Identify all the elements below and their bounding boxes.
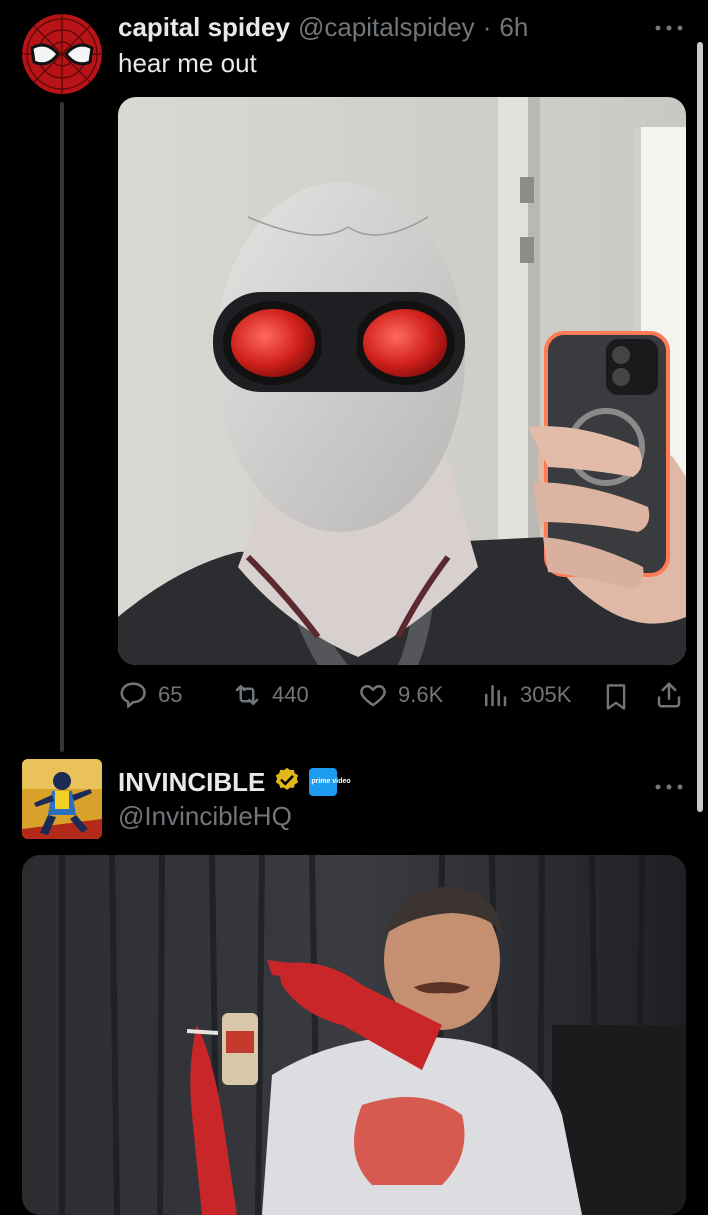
bookmark-icon[interactable] — [602, 682, 630, 717]
pointing-meme-illustration — [22, 855, 686, 1215]
display-name[interactable]: INVINCIBLE — [118, 767, 265, 798]
separator-dot: · — [482, 12, 492, 42]
reply-icon — [120, 682, 146, 709]
repost-count: 440 — [272, 682, 309, 707]
post-text: hear me out — [118, 48, 257, 78]
like-count: 9.6K — [398, 682, 444, 707]
repost-icon — [235, 685, 259, 705]
views-action[interactable]: 305K — [480, 680, 571, 710]
views-icon — [485, 685, 507, 707]
more-icon[interactable] — [654, 14, 684, 40]
affiliate-badge-label: prime video — [311, 778, 351, 785]
post-capital-spidey: capital spidey @capitalspidey · 6h hear … — [0, 0, 708, 745]
share-icon[interactable] — [654, 680, 684, 715]
display-name[interactable]: capital spidey — [118, 12, 290, 43]
avatar-invincible[interactable] — [22, 759, 102, 839]
reply-action[interactable]: 65 — [118, 680, 182, 710]
selfie-illustration — [118, 97, 686, 665]
handle[interactable]: @InvincibleHQ — [118, 801, 292, 832]
avatar-spiderman[interactable] — [22, 14, 102, 94]
post-image-pointing-meme[interactable] — [22, 855, 686, 1215]
post-header: INVINCIBLE prime video — [118, 765, 351, 799]
timestamp[interactable]: 6h — [499, 12, 528, 43]
invincible-comic-avatar — [22, 759, 102, 839]
handle[interactable]: @capitalspidey — [298, 12, 475, 43]
post-image-mirror-selfie[interactable] — [118, 97, 686, 665]
like-action[interactable]: 9.6K — [358, 680, 443, 710]
post-invincible: INVINCIBLE prime video @InvincibleHQ — [0, 745, 708, 1215]
like-icon — [360, 685, 386, 707]
reply-count: 65 — [158, 682, 183, 707]
views-count: 305K — [520, 682, 572, 707]
repost-action[interactable]: 440 — [232, 680, 309, 710]
more-icon[interactable] — [654, 773, 684, 799]
post-header: capital spidey @capitalspidey · 6h — [118, 12, 528, 46]
spiderman-mask-logo — [22, 14, 102, 94]
affiliate-badge[interactable]: prime video — [309, 768, 351, 796]
verified-badge-icon — [273, 766, 301, 799]
